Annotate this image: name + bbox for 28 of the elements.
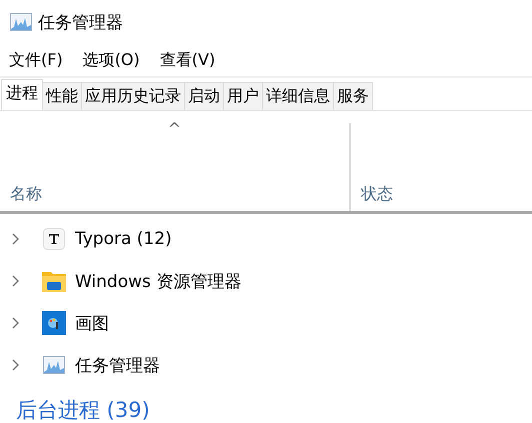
- chevron-right-icon[interactable]: [10, 359, 20, 371]
- tab[interactable]: 性能: [42, 82, 82, 110]
- tab[interactable]: 详细信息: [262, 82, 334, 110]
- process-name: Windows 资源管理器: [75, 270, 242, 292]
- tab[interactable]: 应用历史记录: [81, 82, 185, 110]
- menu-item[interactable]: 查看(V): [152, 50, 224, 70]
- activity-graph-icon: [10, 13, 32, 31]
- chevron-right-icon[interactable]: [10, 233, 20, 245]
- activity-graph-icon: [43, 356, 65, 374]
- tab[interactable]: 用户: [223, 82, 263, 110]
- tab[interactable]: 进程: [1, 79, 43, 110]
- folder-icon: [42, 270, 66, 292]
- column-header[interactable]: 状态: [361, 184, 393, 205]
- letter-t-icon: [43, 228, 65, 250]
- process-name: 任务管理器: [75, 354, 160, 376]
- chevron-right-icon[interactable]: [10, 275, 20, 287]
- window-title: 任务管理器: [38, 12, 123, 34]
- menu-item[interactable]: 选项(O): [76, 50, 148, 70]
- menu-item[interactable]: 文件(F): [2, 50, 71, 70]
- process-name: Typora (12): [75, 229, 172, 249]
- palette-icon: [42, 311, 66, 335]
- chevron-right-icon[interactable]: [10, 317, 20, 329]
- tab[interactable]: 启动: [184, 82, 224, 110]
- column-header[interactable]: 名称: [10, 184, 349, 205]
- group-header: 后台进程 (39): [15, 397, 151, 423]
- process-name: 画图: [75, 312, 109, 334]
- tab[interactable]: 服务: [333, 82, 373, 110]
- sort-indicator: ^: [168, 119, 182, 138]
